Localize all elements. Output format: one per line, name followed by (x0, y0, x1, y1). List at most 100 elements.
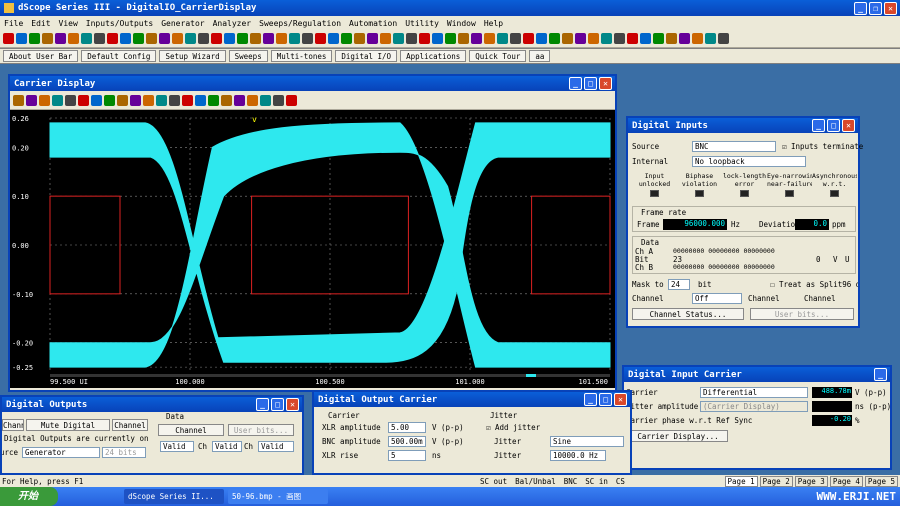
minimize-button[interactable]: _ (256, 398, 269, 411)
toolbar-tool-icon[interactable] (120, 33, 131, 44)
toolbar-tool-icon[interactable] (211, 33, 222, 44)
channel-a-tab[interactable]: Channel A (2, 419, 24, 431)
toolbar-tool-icon[interactable] (653, 33, 664, 44)
page-tab[interactable]: Page 4 (829, 475, 863, 487)
toolbar-tool-icon[interactable] (55, 33, 66, 44)
toolbar-tool-icon[interactable] (68, 33, 79, 44)
toolbar-tool-icon[interactable] (601, 33, 612, 44)
xlr-amplitude-input[interactable]: 5.00 (388, 422, 426, 433)
toolbar-tool-icon[interactable] (107, 33, 118, 44)
quickbar-button[interactable]: Multi-tones (270, 50, 333, 62)
menu-item-window[interactable]: Window (443, 19, 480, 28)
close-button[interactable]: ✕ (599, 77, 612, 90)
internal-select[interactable]: No loopback (692, 156, 806, 167)
toolbar-tool-icon[interactable] (302, 33, 313, 44)
toolbar-tool-icon[interactable] (679, 33, 690, 44)
toolbar-tool-icon[interactable] (3, 33, 14, 44)
toolbar-tool-icon[interactable] (562, 33, 573, 44)
channel-b-tab[interactable]: Channel B (112, 419, 148, 431)
toolbar-tool-icon[interactable] (16, 33, 27, 44)
bnc-amplitude-input[interactable]: 500.00m (388, 436, 426, 447)
bits-select[interactable]: 24 bits (102, 447, 146, 458)
carrier-select[interactable]: Differential (700, 387, 808, 398)
toolbar-tool-icon[interactable] (341, 33, 352, 44)
carrier-tool-icon[interactable] (286, 94, 297, 106)
carrier-tool-icon[interactable] (39, 94, 50, 106)
menu-item-view[interactable]: View (55, 19, 82, 28)
quickbar-button[interactable]: Setup Wizard (159, 50, 226, 62)
page-tab[interactable]: Page 5 (864, 475, 898, 487)
toolbar-tool-icon[interactable] (133, 33, 144, 44)
toolbar-tool-icon[interactable] (640, 33, 651, 44)
carrier-tool-icon[interactable] (273, 94, 284, 106)
toolbar-tool-icon[interactable] (198, 33, 209, 44)
menu-item-sweepsregulation[interactable]: Sweeps/Regulation (255, 19, 345, 28)
menu-item-analyzer[interactable]: Analyzer (209, 19, 256, 28)
carrier-tool-icon[interactable] (234, 94, 245, 106)
carrier-display-button[interactable]: Carrier Display... (628, 430, 728, 442)
carrier-tool-icon[interactable] (182, 94, 193, 106)
toolbar-tool-icon[interactable] (406, 33, 417, 44)
toolbar-tool-icon[interactable] (484, 33, 495, 44)
menu-item-utility[interactable]: Utility (401, 19, 443, 28)
xlr-rise-select[interactable]: 5 (388, 450, 426, 461)
task-paint[interactable]: 50-96.bmp - 画图 (228, 489, 328, 504)
carrier-tool-icon[interactable] (208, 94, 219, 106)
toolbar-tool-icon[interactable] (419, 33, 430, 44)
toolbar-tool-icon[interactable] (692, 33, 703, 44)
valid-select-2[interactable]: Valid (212, 441, 242, 452)
menu-item-inputsoutputs[interactable]: Inputs/Outputs (82, 19, 157, 28)
carrier-tool-icon[interactable] (260, 94, 271, 106)
menu-item-automation[interactable]: Automation (345, 19, 401, 28)
toolbar-tool-icon[interactable] (575, 33, 586, 44)
maximize-button[interactable]: □ (584, 77, 597, 90)
close-button[interactable]: ✕ (614, 393, 627, 406)
carrier-tool-icon[interactable] (156, 94, 167, 106)
toolbar-tool-icon[interactable] (146, 33, 157, 44)
mute-outputs-tab[interactable]: Mute Digital Outputs (26, 419, 110, 431)
toolbar-tool-icon[interactable] (458, 33, 469, 44)
toolbar-tool-icon[interactable] (393, 33, 404, 44)
terminate-checkbox[interactable]: ☑ Inputs terminate (782, 142, 863, 151)
minimize-button[interactable]: _ (812, 119, 825, 132)
toolbar-tool-icon[interactable] (549, 33, 560, 44)
toolbar-tool-icon[interactable] (185, 33, 196, 44)
close-button[interactable]: ✕ (842, 119, 855, 132)
menu-item-generator[interactable]: Generator (157, 19, 208, 28)
quickbar-button[interactable]: Digital I/O (335, 50, 398, 62)
quickbar-button[interactable]: Default Config (81, 50, 157, 62)
page-tab[interactable]: Page 2 (759, 475, 793, 487)
toolbar-tool-icon[interactable] (276, 33, 287, 44)
carrier-display-titlebar[interactable]: Carrier Display _ □ ✕ (10, 76, 615, 91)
digital-outputs-titlebar[interactable]: Digital Outputs _ □ ✕ (2, 397, 302, 412)
menu-item-help[interactable]: Help (480, 19, 507, 28)
maximize-button[interactable]: □ (827, 119, 840, 132)
toolbar-tool-icon[interactable] (666, 33, 677, 44)
input-carrier-titlebar[interactable]: Digital Input Carrier _ (624, 367, 890, 382)
maximize-button[interactable]: □ (599, 393, 612, 406)
menu-item-edit[interactable]: Edit (27, 19, 54, 28)
toolbar-tool-icon[interactable] (250, 33, 261, 44)
toolbar-tool-icon[interactable] (510, 33, 521, 44)
carrier-tool-icon[interactable] (195, 94, 206, 106)
toolbar-tool-icon[interactable] (94, 33, 105, 44)
quickbar-button[interactable]: About User Bar (3, 50, 79, 62)
minimize-button[interactable]: _ (854, 1, 867, 15)
carrier-tool-icon[interactable] (65, 94, 76, 106)
toolbar-tool-icon[interactable] (536, 33, 547, 44)
page-tab[interactable]: Page 3 (794, 475, 828, 487)
carrier-tool-icon[interactable] (247, 94, 258, 106)
carrier-tool-icon[interactable] (26, 94, 37, 106)
toolbar-tool-icon[interactable] (718, 33, 729, 44)
output-source-select[interactable]: Generator (22, 447, 100, 458)
toolbar-tool-icon[interactable] (172, 33, 183, 44)
toolbar-tool-icon[interactable] (81, 33, 92, 44)
toolbar-tool-icon[interactable] (224, 33, 235, 44)
toolbar-tool-icon[interactable] (627, 33, 638, 44)
toolbar-tool-icon[interactable] (471, 33, 482, 44)
start-button[interactable]: 开始 (0, 487, 58, 506)
minimize-button[interactable]: _ (584, 393, 597, 406)
close-button[interactable]: ✕ (884, 1, 897, 15)
user-bits-button[interactable]: User bits... (228, 424, 294, 436)
toolbar-tool-icon[interactable] (237, 33, 248, 44)
